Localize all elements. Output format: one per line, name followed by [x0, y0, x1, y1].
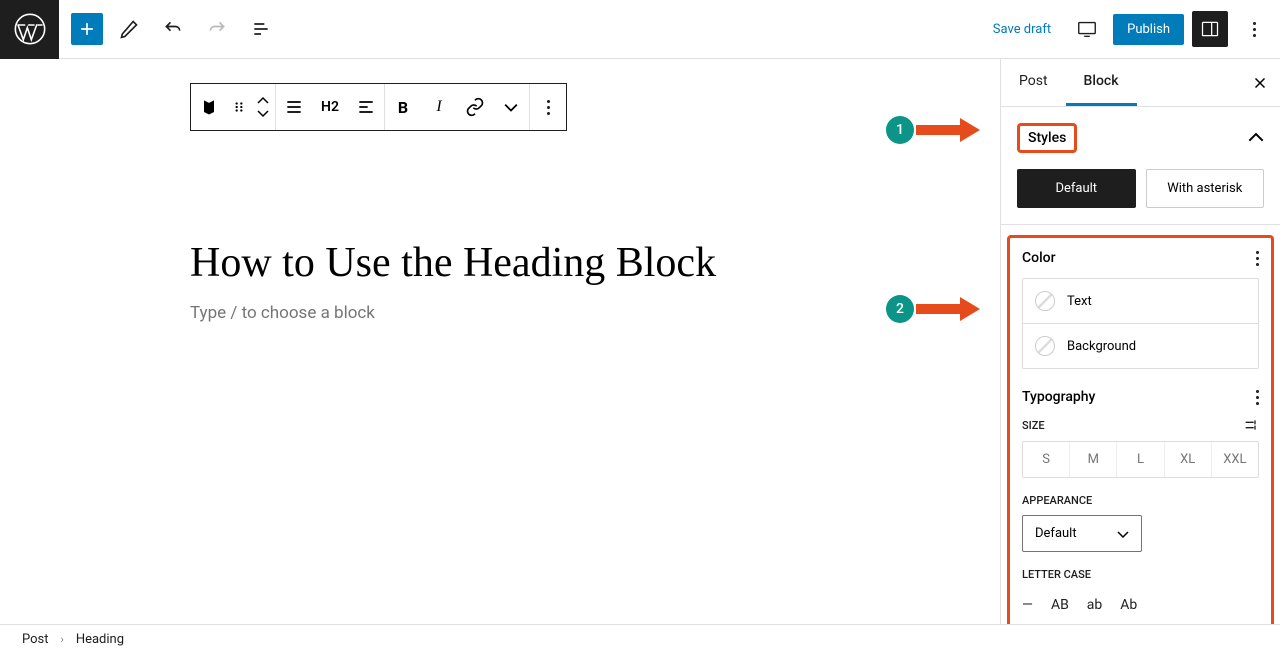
- block-toolbar: H2 B I: [190, 83, 567, 131]
- settings-toggle-button[interactable]: [1192, 11, 1228, 47]
- style-options: Default With asterisk: [1017, 169, 1264, 208]
- chevron-up-icon: [1248, 130, 1264, 146]
- letter-case-capitalize[interactable]: Ab: [1120, 597, 1137, 613]
- settings-sidebar: Post Block Styles Default With asterisk …: [1000, 59, 1280, 624]
- top-toolbar: Save draft Publish: [0, 0, 1280, 59]
- more-rich-text-button[interactable]: [493, 84, 529, 130]
- bold-button[interactable]: B: [385, 84, 421, 130]
- main-area: H2 B I How to Use the He: [0, 59, 1280, 624]
- color-options-button[interactable]: [1256, 251, 1259, 266]
- size-settings-icon[interactable]: [1243, 417, 1259, 433]
- breadcrumb-separator: ›: [61, 633, 64, 646]
- chevron-down-icon: [1117, 528, 1129, 540]
- styles-panel-header[interactable]: Styles: [1017, 123, 1264, 153]
- letter-case-upper[interactable]: AB: [1051, 597, 1069, 613]
- publish-button[interactable]: Publish: [1113, 14, 1184, 45]
- sidebar-tabs: Post Block: [1001, 59, 1280, 107]
- save-draft-button[interactable]: Save draft: [983, 16, 1061, 43]
- topbar-left: [59, 11, 279, 47]
- styles-panel: Styles Default With asterisk: [1001, 107, 1280, 225]
- italic-button[interactable]: I: [421, 84, 457, 130]
- size-m[interactable]: M: [1070, 442, 1117, 477]
- editor-canvas[interactable]: H2 B I How to Use the He: [0, 59, 1000, 624]
- options-button[interactable]: [1236, 11, 1272, 47]
- typography-options-button[interactable]: [1256, 390, 1259, 405]
- text-color-swatch: [1035, 291, 1055, 311]
- link-button[interactable]: [457, 84, 493, 130]
- typography-title: Typography: [1022, 389, 1095, 405]
- letter-case-options: — AB ab Ab: [1022, 589, 1259, 613]
- heading-block[interactable]: How to Use the Heading Block: [190, 239, 1000, 287]
- letter-case-lower[interactable]: ab: [1087, 597, 1102, 613]
- topbar-right: Save draft Publish: [983, 11, 1280, 47]
- tab-post[interactable]: Post: [1001, 59, 1066, 106]
- text-color-row[interactable]: Text: [1023, 279, 1258, 324]
- wordpress-logo[interactable]: [0, 0, 59, 59]
- tab-block[interactable]: Block: [1066, 59, 1137, 106]
- preview-button[interactable]: [1069, 11, 1105, 47]
- size-l[interactable]: L: [1117, 442, 1164, 477]
- redo-button[interactable]: [199, 11, 235, 47]
- size-xl[interactable]: XL: [1165, 442, 1212, 477]
- style-default[interactable]: Default: [1017, 169, 1136, 208]
- size-xxl[interactable]: XXL: [1212, 442, 1258, 477]
- heading-level-button[interactable]: H2: [312, 84, 348, 130]
- block-options-button[interactable]: [530, 84, 566, 130]
- breadcrumb: Post › Heading: [0, 624, 1280, 653]
- styles-title: Styles: [1028, 130, 1066, 146]
- breadcrumb-heading[interactable]: Heading: [76, 632, 124, 647]
- appearance-label: APPEARANCE: [1022, 494, 1092, 507]
- breadcrumb-post[interactable]: Post: [22, 632, 49, 647]
- move-up-icon[interactable]: [251, 95, 275, 107]
- move-down-icon[interactable]: [251, 107, 275, 119]
- document-overview-button[interactable]: [243, 11, 279, 47]
- close-sidebar-button[interactable]: [1246, 69, 1274, 97]
- typography-section: Typography SIZE S M L XL XXL APPEARANCE: [1022, 389, 1259, 613]
- size-options: S M L XL XXL: [1022, 441, 1259, 478]
- color-section: Color Text Background: [1022, 250, 1259, 369]
- block-mover[interactable]: [251, 95, 275, 119]
- block-type-icon[interactable]: [191, 84, 227, 130]
- background-color-row[interactable]: Background: [1023, 324, 1258, 368]
- background-color-swatch: [1035, 336, 1055, 356]
- settings-outlined-group: Color Text Background Typogr: [1007, 235, 1274, 624]
- text-color-label: Text: [1067, 294, 1092, 309]
- undo-button[interactable]: [155, 11, 191, 47]
- background-color-label: Background: [1067, 339, 1136, 354]
- color-list: Text Background: [1022, 278, 1259, 369]
- default-block-placeholder[interactable]: Type / to choose a block: [190, 303, 1000, 323]
- appearance-value: Default: [1035, 526, 1077, 541]
- appearance-select[interactable]: Default: [1022, 515, 1142, 552]
- add-block-button[interactable]: [71, 13, 103, 45]
- color-title: Color: [1022, 250, 1056, 266]
- letter-case-none[interactable]: —: [1022, 597, 1033, 613]
- letter-case-label: LETTER CASE: [1022, 568, 1091, 581]
- align-button[interactable]: [276, 84, 312, 130]
- style-with-asterisk[interactable]: With asterisk: [1146, 169, 1265, 208]
- size-s[interactable]: S: [1023, 442, 1070, 477]
- drag-handle-icon[interactable]: [227, 84, 251, 130]
- size-label: SIZE: [1022, 419, 1045, 432]
- text-align-button[interactable]: [348, 84, 384, 130]
- tools-button[interactable]: [111, 11, 147, 47]
